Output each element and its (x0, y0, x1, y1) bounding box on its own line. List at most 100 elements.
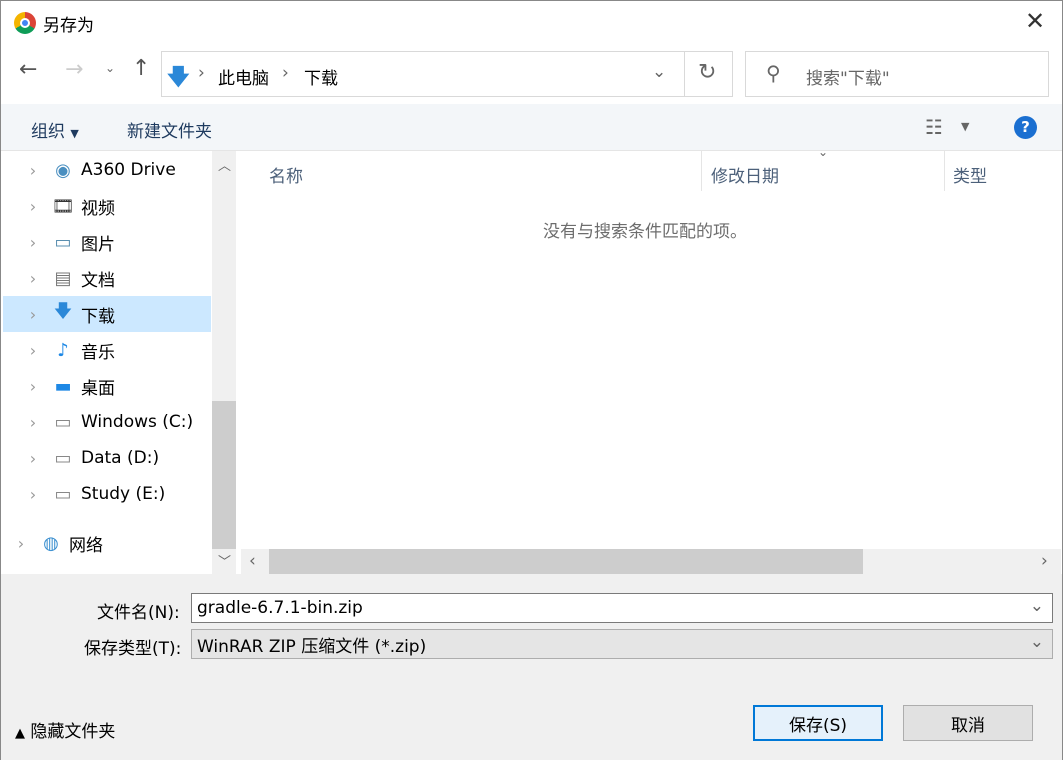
file-type-dropdown-icon[interactable]: ⌄ (1030, 632, 1044, 652)
save-form: 文件名(N): gradle-6.7.1-bin.zip ⌄ 保存类型(T): … (1, 574, 1062, 760)
expand-chevron-icon[interactable]: › (23, 449, 43, 468)
tree-vertical-scrollbar[interactable]: ︿ ﹀ (212, 151, 236, 574)
save-button[interactable]: 保存(S) (753, 705, 883, 741)
up-icon[interactable]: ↑ (132, 56, 150, 81)
tree-item[interactable]: › ◍ 网络 (0, 525, 199, 561)
download-icon: 🡇 (53, 301, 73, 322)
file-type-select[interactable]: WinRAR ZIP 压缩文件 (*.zip) ⌄ (191, 629, 1053, 659)
tree-item-label: 音乐 (81, 342, 115, 363)
expand-chevron-icon[interactable]: › (23, 197, 43, 216)
filename-dropdown-icon[interactable]: ⌄ (1030, 596, 1044, 616)
navigation-tree: › ◉ A360 Drive › 🎞 视频 › ▭ 图片 › ▤ 文档 › 🡇 下载 › ♪ 音乐 › ▬ 桌面 › ▭ Wi… (1, 151, 212, 574)
scrollbar-thumb[interactable] (269, 549, 863, 574)
chrome-icon (14, 12, 36, 34)
sort-indicator-icon: ⌄ (818, 145, 829, 159)
tree-item[interactable]: › 🎞 视频 (3, 188, 211, 224)
tree-item-label: Windows (C:) (81, 412, 194, 432)
window-title: 另存为 (43, 16, 94, 36)
tree-item[interactable]: › ▭ Study (E:) (3, 476, 211, 512)
network-icon: ◍ (43, 532, 59, 554)
recent-chevron-icon[interactable]: ⌄ (105, 61, 115, 75)
scrollbar-thumb[interactable] (212, 401, 236, 549)
view-options-icon[interactable]: ☷ (925, 115, 943, 139)
tree-item-label: Study (E:) (81, 484, 166, 504)
breadcrumb-downloads[interactable]: 下载 (304, 64, 338, 89)
tree-item[interactable]: › ♪ 音乐 (3, 332, 211, 368)
column-type[interactable]: 类型 (953, 162, 987, 187)
tree-item[interactable]: › ▤ 文档 (3, 260, 211, 296)
expand-chevron-icon[interactable]: › (23, 341, 43, 360)
pictures-icon: ▭ (54, 231, 72, 253)
filename-input[interactable]: gradle-6.7.1-bin.zip ⌄ (191, 593, 1053, 623)
new-folder-button[interactable]: 新建文件夹 (127, 117, 212, 142)
tree-item-label: 视频 (81, 198, 115, 219)
expand-chevron-icon[interactable]: › (23, 413, 43, 432)
expand-chevron-icon[interactable]: › (23, 161, 43, 180)
file-type-value: WinRAR ZIP 压缩文件 (*.zip) (197, 636, 427, 657)
column-date-modified[interactable]: 修改日期 (711, 162, 779, 187)
close-icon[interactable]: ✕ (1025, 7, 1045, 35)
drive-icon: ▭ (54, 411, 72, 433)
column-name[interactable]: 名称 (269, 162, 303, 187)
organize-button[interactable]: 组织 ▼ (31, 117, 79, 142)
expand-chevron-icon[interactable]: › (23, 485, 43, 504)
search-input[interactable]: ⚲ 搜索"下载" (745, 51, 1049, 97)
search-placeholder: 搜索"下载" (806, 69, 890, 89)
expand-chevron-icon[interactable]: › (23, 305, 43, 324)
tree-item[interactable]: › 🡇 下载 (3, 296, 211, 332)
horizontal-scrollbar[interactable]: ‹ › (241, 549, 1061, 574)
hide-folders-label: 隐藏文件夹 (30, 722, 116, 742)
save-as-dialog: 另存为 ✕ ← → ⌄ ↑ 🡇 › 此电脑 › 下载 ⌄ ↻ ⚲ 搜索"下载" … (0, 0, 1063, 760)
chevron-up-icon: ▲ (15, 726, 25, 741)
expand-chevron-icon[interactable]: › (23, 377, 43, 396)
desktop-icon: ▬ (54, 375, 72, 397)
cancel-button[interactable]: 取消 (903, 705, 1033, 741)
expand-chevron-icon[interactable]: › (11, 534, 31, 553)
back-icon[interactable]: ← (19, 57, 37, 82)
tree-item-label: 文档 (81, 270, 115, 291)
expand-chevron-icon[interactable]: › (23, 269, 43, 288)
file-type-label: 保存类型(T): (84, 639, 182, 659)
scroll-left-icon[interactable]: ‹ (249, 551, 256, 571)
tree-item-label: 网络 (69, 535, 103, 556)
organize-label: 组织 (31, 122, 65, 142)
filename-value: gradle-6.7.1-bin.zip (197, 598, 363, 618)
empty-message: 没有与搜索条件匹配的项。 (543, 222, 747, 242)
a360-icon: ◉ (55, 159, 71, 181)
hide-folders-button[interactable]: ▲ 隐藏文件夹 (15, 717, 115, 742)
tree-item[interactable]: › ◉ A360 Drive (3, 152, 211, 188)
tree-item[interactable]: › ▭ Windows (C:) (3, 404, 211, 440)
tree-item-label: 图片 (81, 234, 115, 255)
download-icon: 🡇 (167, 65, 190, 90)
scroll-right-icon[interactable]: › (1041, 551, 1048, 571)
title-bar: 另存为 ✕ (1, 1, 1062, 43)
breadcrumb-separator-icon: › (282, 63, 289, 83)
breadcrumb-this-pc[interactable]: 此电脑 (218, 64, 269, 89)
tree-item-label: 下载 (81, 306, 115, 327)
drive-icon: ▭ (54, 447, 72, 469)
tree-item-label: A360 Drive (81, 160, 176, 180)
tree-item[interactable]: › ▭ Data (D:) (3, 440, 211, 476)
help-icon[interactable]: ? (1014, 116, 1037, 139)
refresh-icon[interactable]: ↻ (698, 60, 716, 85)
tree-item-label: 桌面 (81, 378, 115, 399)
forward-icon[interactable]: → (65, 57, 83, 82)
address-dropdown-icon[interactable]: ⌄ (652, 62, 666, 82)
toolbar: 组织 ▼ 新建文件夹 ☷ ▼ ? (1, 104, 1062, 151)
drive-icon: ▭ (54, 483, 72, 505)
breadcrumb-separator-icon: › (198, 63, 205, 83)
tree-item[interactable]: › ▭ 图片 (3, 224, 211, 260)
file-list: 名称 ⌄ 修改日期 类型 没有与搜索条件匹配的项。 (241, 145, 1061, 549)
scroll-up-icon[interactable]: ︿ (218, 155, 231, 174)
scroll-down-icon[interactable]: ﹀ (218, 551, 231, 570)
address-bar[interactable]: 🡇 › 此电脑 › 下载 ⌄ ↻ (161, 51, 733, 97)
video-icon: 🎞 (51, 195, 75, 217)
expand-chevron-icon[interactable]: › (23, 233, 43, 252)
view-dropdown-icon[interactable]: ▼ (961, 120, 969, 133)
documents-icon: ▤ (54, 267, 72, 289)
search-icon: ⚲ (766, 61, 781, 85)
tree-item[interactable]: › ▬ 桌面 (3, 368, 211, 404)
tree-item-label: Data (D:) (81, 448, 160, 468)
music-icon: ♪ (57, 339, 69, 361)
filename-label: 文件名(N): (97, 603, 180, 623)
